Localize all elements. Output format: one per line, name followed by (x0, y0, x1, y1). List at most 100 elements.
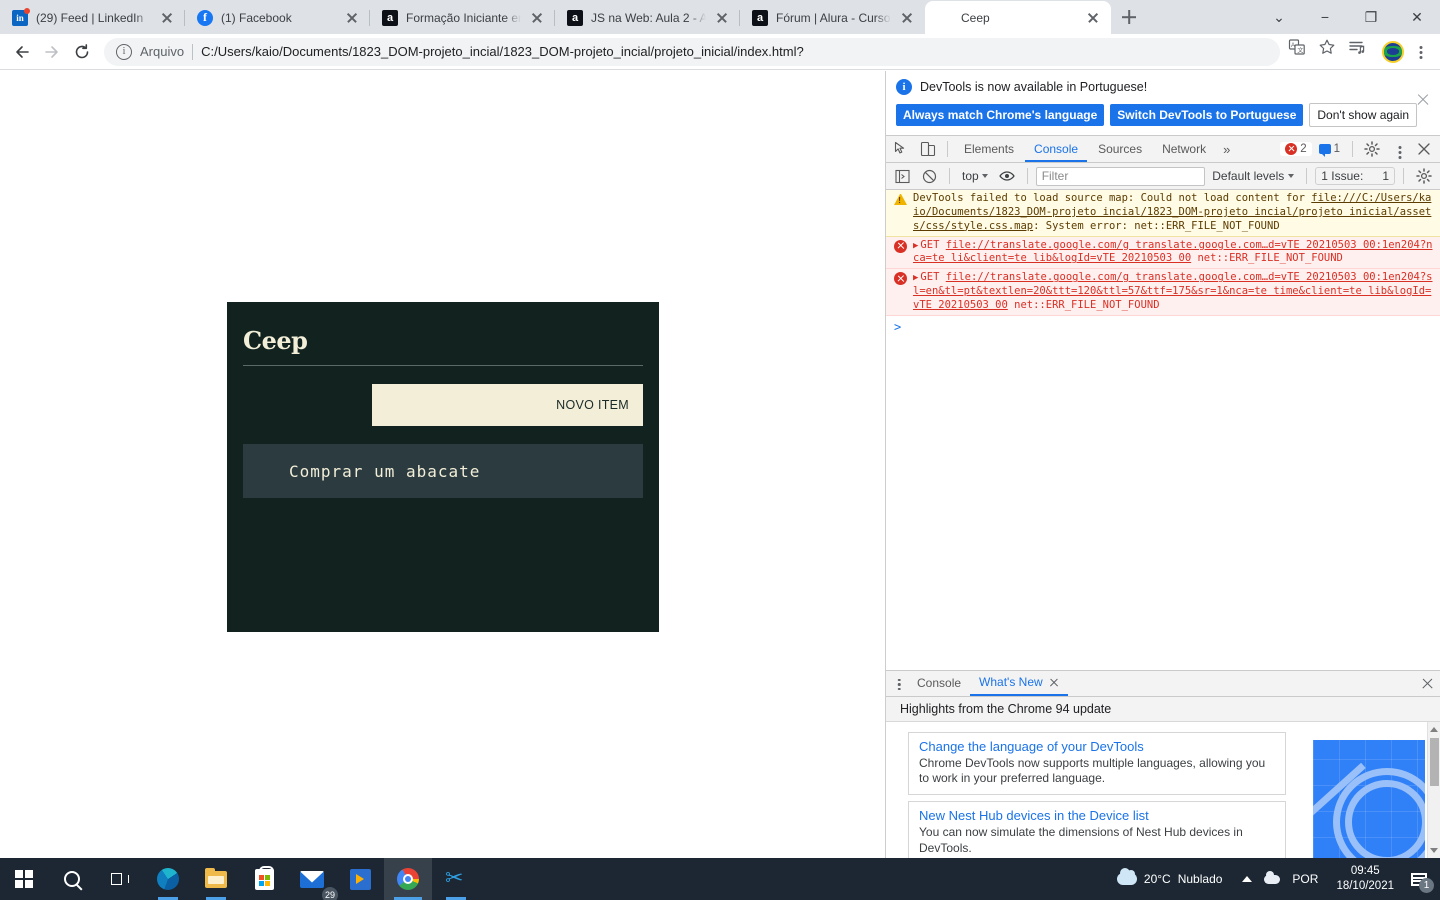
dont-show-again-button[interactable]: Don't show again (1309, 103, 1418, 127)
card-title[interactable]: New Nest Hub devices in the Device list (919, 808, 1275, 823)
chrome-menu-icon[interactable] (1410, 38, 1432, 66)
clear-console-icon[interactable] (917, 164, 941, 188)
new-tab-button[interactable] (1115, 3, 1143, 31)
chrome-app[interactable] (384, 858, 432, 900)
tab-close-icon[interactable] (529, 10, 545, 26)
always-match-language-button[interactable]: Always match Chrome's language (896, 104, 1105, 126)
weather-widget[interactable]: 20°C Nublado (1107, 868, 1233, 886)
browser-tab-linkedin[interactable]: in (29) Feed | LinkedIn (0, 1, 185, 34)
tab-network[interactable]: Network (1153, 136, 1215, 162)
media-player-app[interactable] (336, 858, 384, 900)
whats-new-scrollbar[interactable] (1427, 721, 1440, 858)
onedrive-cloud-icon[interactable] (1264, 870, 1281, 884)
message-link[interactable]: file://translate.google.com/g translate.… (913, 239, 1432, 265)
edge-app[interactable] (144, 858, 192, 900)
inspect-element-icon[interactable] (890, 137, 914, 161)
file-explorer-app[interactable] (192, 858, 240, 900)
show-hidden-icons-chevron-up-icon[interactable] (1242, 876, 1253, 882)
issue-icon (1367, 172, 1378, 181)
vscode-app[interactable]: ✂ (432, 858, 480, 900)
mail-app[interactable]: 29 (288, 858, 338, 900)
tab-search-icon[interactable]: ⌄ (1256, 0, 1302, 33)
tab-elements[interactable]: Elements (955, 136, 1023, 162)
live-expression-eye-icon[interactable] (995, 164, 1019, 188)
console-message-warning[interactable]: DevTools failed to load source map: Coul… (886, 190, 1440, 237)
console-settings-gear-icon[interactable] (1412, 164, 1436, 188)
card-description: Chrome DevTools now supports multiple la… (919, 755, 1266, 786)
reading-list-icon[interactable] (1348, 38, 1376, 66)
minimize-button[interactable]: − (1302, 0, 1348, 33)
new-item-input[interactable] (372, 384, 543, 426)
bookmark-star-icon[interactable] (1318, 38, 1346, 66)
clock[interactable]: 09:45 18/10/2021 (1328, 864, 1402, 893)
issues-chip[interactable]: 1 Issue: 1 (1315, 167, 1395, 185)
console-prompt[interactable]: > (886, 316, 1440, 338)
back-icon[interactable] (8, 38, 36, 66)
maximize-button[interactable]: ❐ (1348, 0, 1394, 33)
whats-new-card[interactable]: Change the language of your DevTools Chr… (908, 731, 1286, 796)
browser-tab-ceep[interactable]: Ceep (925, 1, 1111, 34)
scrollbar-thumb[interactable] (1430, 737, 1439, 786)
tab-console[interactable]: Console (1025, 136, 1088, 162)
address-bar[interactable]: i Arquivo C:/Users/kaio/Documents/1823_D… (104, 37, 1280, 66)
translate-icon[interactable]: A文 (1288, 38, 1316, 66)
tab-title: (29) Feed | LinkedIn (36, 10, 144, 25)
task-view-icon (111, 872, 129, 887)
page-info-icon[interactable]: i (116, 43, 132, 60)
close-window-button[interactable]: ✕ (1394, 0, 1440, 33)
close-icon[interactable] (1049, 678, 1059, 688)
banner-close-icon[interactable] (1416, 93, 1430, 107)
execution-context-selector[interactable]: top (958, 169, 992, 183)
tab-close-icon[interactable] (1085, 10, 1101, 26)
browser-tab-forum-alura[interactable]: a Fórum | Alura - Cursos o (740, 1, 925, 34)
task-view-button[interactable] (96, 858, 144, 900)
microsoft-store-app[interactable] (240, 858, 288, 900)
console-sidebar-icon[interactable] (890, 164, 914, 188)
console-message-error[interactable]: ▶ GET file://translate.google.com/g trans… (886, 236, 1440, 270)
devtools-more-options-icon[interactable] (1386, 137, 1410, 161)
reload-icon[interactable] (68, 38, 96, 66)
console-message-list[interactable]: DevTools failed to load source map: Coul… (886, 190, 1440, 670)
notification-center-button[interactable]: 1 (1402, 858, 1436, 900)
edge-icon (157, 868, 179, 890)
expand-arrow-icon[interactable]: ▶ (913, 273, 918, 283)
tab-close-icon[interactable] (899, 10, 915, 26)
tab-close-icon[interactable] (159, 10, 175, 26)
tab-close-icon[interactable] (714, 10, 730, 26)
drawer-more-options-icon[interactable] (890, 673, 908, 695)
tab-sources[interactable]: Sources (1089, 136, 1151, 162)
tab-close-icon[interactable] (344, 10, 360, 26)
message-count-badge[interactable]: 1 (1314, 142, 1345, 157)
new-item-button[interactable]: NOVO ITEM (542, 384, 643, 426)
profile-avatar[interactable] (1382, 40, 1404, 63)
log-levels-selector[interactable]: Default levels (1208, 169, 1298, 183)
browser-tab-facebook[interactable]: f (1) Facebook (185, 1, 370, 34)
more-tabs-icon[interactable]: » (1217, 142, 1236, 157)
browser-tab-formacao[interactable]: a Formação Iniciante em P (370, 1, 555, 34)
console-message-error[interactable]: ▶ GET file://translate.google.com/g trans… (886, 269, 1440, 316)
search-button[interactable] (48, 858, 96, 900)
drawer-tab-whats-new[interactable]: What's New (970, 671, 1068, 696)
browser-tab-js-na-web[interactable]: a JS na Web: Aula 2 - Ativi (555, 1, 740, 34)
language-indicator[interactable]: POR (1292, 872, 1318, 886)
toggle-device-toolbar-icon[interactable] (916, 137, 940, 161)
scroll-up-icon[interactable] (1430, 726, 1438, 732)
tab-strip: in (29) Feed | LinkedIn f (1) Facebook a… (0, 0, 1440, 34)
minimize-glyph: − (1320, 8, 1330, 25)
expand-arrow-icon[interactable]: ▶ (913, 241, 918, 251)
close-drawer-icon[interactable] (1421, 677, 1434, 690)
message-link[interactable]: file://translate.google.com/g translate.… (913, 271, 1432, 311)
scroll-down-icon[interactable] (1430, 848, 1438, 853)
drawer-tab-console[interactable]: Console (908, 671, 970, 696)
tab-title: JS na Web: Aula 2 - Ativi (591, 10, 706, 25)
error-count-badge[interactable]: 2 (1280, 142, 1312, 156)
whats-new-card[interactable]: New Nest Hub devices in the Device list … (908, 801, 1286, 858)
start-button[interactable] (0, 858, 48, 900)
settings-gear-icon[interactable] (1360, 137, 1384, 161)
card-title[interactable]: Change the language of your DevTools (919, 739, 1275, 754)
note-list-item[interactable]: Comprar um abacate (243, 444, 643, 498)
close-devtools-icon[interactable] (1412, 137, 1436, 161)
browser-toolbar: i Arquivo C:/Users/kaio/Documents/1823_D… (0, 34, 1440, 70)
console-filter-input[interactable] (1035, 166, 1206, 186)
switch-to-portuguese-button[interactable]: Switch DevTools to Portuguese (1110, 104, 1304, 126)
